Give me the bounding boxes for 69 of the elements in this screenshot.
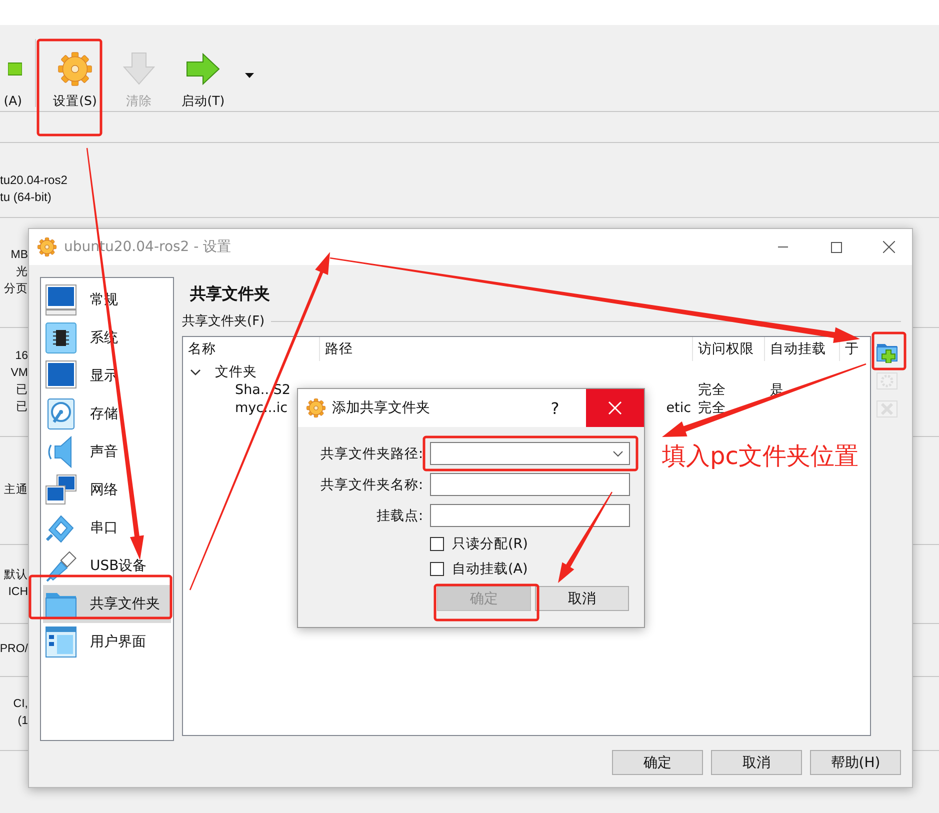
group-label: 共享文件夹(F)	[182, 313, 265, 330]
field-label: 挂载点:	[375, 506, 423, 524]
toolbar-button[interactable]: 启动(T)	[171, 25, 235, 110]
gear-icon	[57, 51, 93, 87]
table-cell: 完全	[698, 382, 726, 398]
detail-text: 16	[15, 348, 28, 364]
chevron-down-icon	[190, 366, 201, 378]
dialog-button[interactable]: 帮助(H)	[810, 750, 901, 775]
gear-icon	[37, 237, 57, 257]
detail-text: 光	[16, 264, 28, 280]
field-label: 共享文件夹路径:	[319, 444, 423, 462]
gear-icon	[306, 398, 326, 418]
checkbox[interactable]	[430, 562, 444, 576]
detail-text: ICH	[8, 584, 28, 600]
detail-text: tu20.04-ros2	[0, 172, 68, 189]
settings-category[interactable]: 用户界面	[43, 623, 171, 661]
chip-icon	[45, 322, 77, 354]
monitor-icon	[45, 284, 77, 316]
window-icon	[45, 626, 77, 658]
close-icon[interactable]	[883, 241, 895, 253]
detail-text: 分页	[4, 282, 28, 297]
table-cell: 完全	[698, 400, 726, 416]
page-title: 共享文件夹	[190, 284, 270, 303]
checkbox-label[interactable]: 自动挂载(A)	[452, 560, 528, 578]
settings-category[interactable]: 声音	[43, 433, 171, 471]
dialog-title: 添加共享文件夹	[332, 399, 431, 417]
settings-category[interactable]: 共享文件夹	[43, 585, 171, 623]
column-header[interactable]: 访问权限	[693, 337, 765, 361]
detail-text: 默认	[4, 568, 28, 582]
maximize-icon[interactable]	[830, 242, 842, 252]
input-field[interactable]	[430, 504, 630, 527]
settings-category[interactable]: 串口	[43, 509, 171, 547]
dialog-button[interactable]: 确定	[612, 750, 703, 775]
dialog-button[interactable]: 取消	[711, 750, 802, 775]
settings-category[interactable]: 存储	[43, 395, 171, 433]
detail-text: VM	[10, 366, 28, 380]
detail-text: (1	[18, 714, 28, 729]
dialog-button[interactable]: 取消	[535, 586, 629, 611]
toolbar-button[interactable]: 设置(S)	[43, 25, 107, 110]
path-combo-box[interactable]	[430, 442, 630, 465]
right-arrow-icon	[185, 51, 221, 87]
detail-text: CI,	[13, 697, 28, 712]
detail-text: 已	[16, 400, 28, 414]
toolbar-button[interactable]: (A)	[0, 25, 22, 108]
column-header[interactable]: 于	[840, 337, 870, 361]
input-field[interactable]	[430, 473, 630, 496]
dropdown-icon[interactable]	[245, 73, 254, 78]
network-icon	[45, 474, 77, 506]
usb-icon	[45, 550, 77, 582]
detail-text: tu (64-bit)	[0, 189, 52, 206]
chevron-down-icon	[613, 450, 623, 456]
detail-text: 已	[16, 382, 28, 398]
checkbox[interactable]	[430, 537, 444, 551]
highlight-frame	[872, 332, 906, 370]
detail-text: 主通	[4, 482, 28, 498]
down-arrow-icon	[121, 51, 157, 87]
settings-category[interactable]: USB设备	[43, 547, 171, 585]
annotation-text: 填入pc文件夹位置	[662, 441, 858, 472]
field-label: 共享文件夹名称:	[319, 476, 423, 494]
table-cell: etic	[666, 400, 691, 416]
help-button[interactable]: ?	[530, 389, 580, 427]
close-icon	[608, 401, 622, 415]
detail-text: PRO/	[0, 642, 28, 657]
tree-group-row[interactable]: 文件夹	[183, 363, 870, 381]
column-header[interactable]: 路径	[320, 337, 693, 361]
detail-text: MB	[10, 248, 28, 263]
close-button[interactable]	[586, 389, 644, 427]
checkbox-label[interactable]: 只读分配(R)	[452, 535, 528, 553]
settings-category[interactable]: 网络	[43, 471, 171, 509]
